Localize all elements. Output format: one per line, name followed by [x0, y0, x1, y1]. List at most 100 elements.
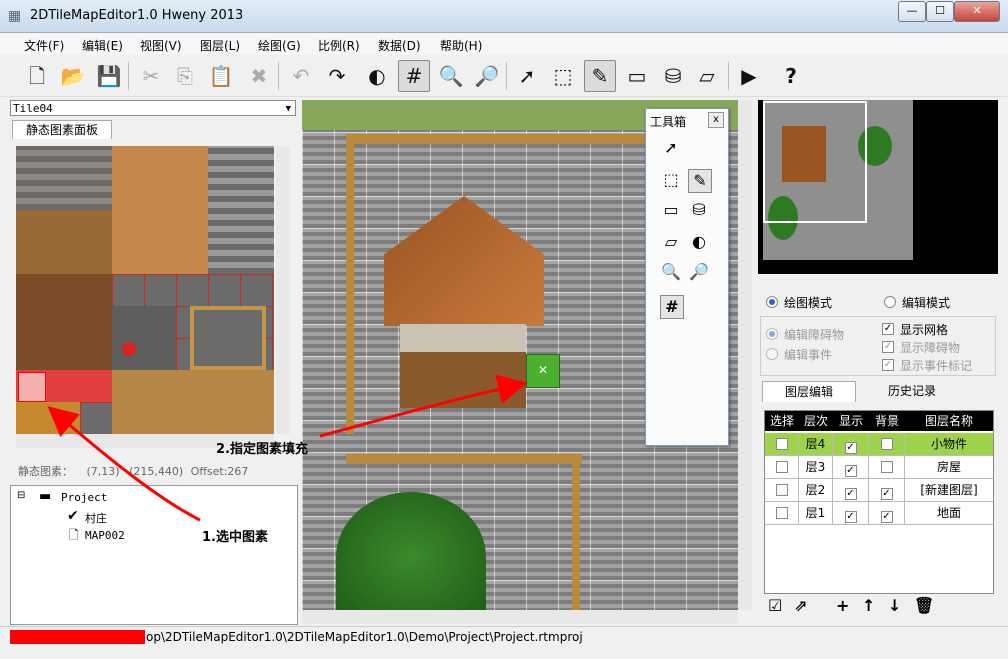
marquee-select-icon[interactable]: ⬚: [548, 61, 578, 91]
menu-layer[interactable]: 图层(L): [200, 37, 240, 54]
open-folder-icon[interactable]: 📂: [58, 61, 88, 91]
tile-offset: Offset:267: [190, 465, 249, 478]
zoom-in-icon[interactable]: 🔍: [660, 261, 682, 283]
maximize-button[interactable]: ☐: [926, 1, 954, 22]
row-layer-name[interactable]: 地面: [905, 502, 993, 524]
table-row[interactable]: 层2 ✓ ✓ [新建图层]: [765, 479, 993, 502]
menu-file[interactable]: 文件(F): [24, 37, 64, 54]
tree-map-002[interactable]: MAP002: [85, 529, 125, 542]
move-down-icon[interactable]: ↓: [888, 596, 901, 615]
title-bar: ▦ 2DTileMapEditor1.0 Hweny 2013 — ☐ ✕: [0, 0, 1008, 33]
copy-icon[interactable]: ⎘: [170, 61, 200, 91]
minimize-button[interactable]: —: [898, 1, 926, 22]
row-background-cell[interactable]: ✓: [869, 502, 905, 524]
close-button[interactable]: ✕: [954, 1, 1000, 22]
new-file-icon[interactable]: 🗋: [22, 61, 52, 91]
toolbox-close-icon[interactable]: x: [708, 112, 724, 128]
select-arrow-icon[interactable]: ➚: [512, 61, 542, 91]
show-obstacle-checkbox[interactable]: ✓: [882, 341, 894, 353]
apple-tile: [122, 342, 136, 356]
add-layer-icon[interactable]: +: [836, 596, 849, 615]
table-row[interactable]: 层3 ✓ 房屋: [765, 456, 993, 479]
zoom-out-icon[interactable]: 🔎: [472, 61, 502, 91]
help-icon[interactable]: ?: [776, 61, 806, 91]
row-layer-name[interactable]: 小物件: [905, 433, 993, 455]
minimap[interactable]: [758, 100, 998, 274]
eraser-icon[interactable]: ▱: [692, 61, 722, 91]
edit-event-radio[interactable]: [766, 348, 778, 360]
zoom-out-icon[interactable]: 🔎: [688, 261, 710, 283]
tree-root[interactable]: Project: [61, 491, 107, 504]
tileset-scrollbar-vertical[interactable]: [276, 146, 290, 434]
row-visible-cell[interactable]: ✓: [833, 433, 869, 455]
export-icon[interactable]: ⇗: [794, 596, 807, 615]
pencil-icon[interactable]: ✎: [584, 60, 616, 92]
move-up-icon[interactable]: ↑: [862, 596, 875, 615]
house-roof: [384, 196, 544, 326]
contrast-icon[interactable]: ◐: [362, 61, 392, 91]
minimap-viewport[interactable]: [763, 101, 867, 223]
show-event-marks-label: 显示事件标记: [900, 359, 973, 373]
menu-scale[interactable]: 比例(R): [318, 37, 360, 54]
grid-icon[interactable]: #: [398, 60, 430, 92]
fill-bucket-icon[interactable]: ⛁: [688, 199, 710, 221]
map-scrollbar-horizontal[interactable]: [302, 610, 738, 624]
row-visible-cell[interactable]: ✓: [833, 502, 869, 524]
grid-icon[interactable]: #: [660, 295, 684, 319]
tab-static-tiles[interactable]: 静态图素面板: [12, 120, 112, 139]
eraser-icon[interactable]: ▱: [660, 231, 682, 253]
tree-map-village[interactable]: 村庄: [85, 510, 107, 526]
menu-view[interactable]: 视图(V): [140, 37, 182, 54]
map-scrollbar-vertical[interactable]: [738, 100, 752, 610]
row-visible-cell[interactable]: ✓: [833, 456, 869, 478]
zoom-in-icon[interactable]: 🔍: [436, 61, 466, 91]
redo-icon[interactable]: ↷: [322, 61, 352, 91]
edit-obstacle-radio[interactable]: [766, 328, 778, 340]
wood-plank-tile: [16, 210, 112, 274]
trash-icon[interactable]: 🗑: [914, 596, 934, 615]
row-select-cell[interactable]: [765, 502, 799, 524]
fill-bucket-icon[interactable]: ⛁: [658, 61, 688, 91]
menu-data[interactable]: 数据(D): [378, 37, 421, 54]
table-row[interactable]: 层1 ✓ ✓ 地面: [765, 502, 993, 525]
tileset-canvas[interactable]: [16, 146, 274, 434]
menu-edit[interactable]: 编辑(E): [82, 37, 123, 54]
contrast-icon[interactable]: ◐: [688, 231, 710, 253]
show-event-marks-checkbox[interactable]: ✓: [882, 359, 894, 371]
menu-draw[interactable]: 绘图(G): [258, 37, 301, 54]
delete-icon[interactable]: ✖: [244, 61, 274, 91]
tab-history[interactable]: 历史记录: [860, 381, 964, 401]
select-arrow-icon[interactable]: ➚: [660, 137, 682, 159]
check-all-icon[interactable]: ☑: [768, 596, 782, 615]
row-select-cell[interactable]: [765, 456, 799, 478]
row-background-cell[interactable]: ✓: [869, 479, 905, 501]
edit-mode-radio[interactable]: [884, 296, 896, 308]
row-layer-name[interactable]: 房屋: [905, 456, 993, 478]
row-visible-cell[interactable]: ✓: [833, 479, 869, 501]
pencil-icon[interactable]: ✎: [688, 169, 712, 193]
paste-icon[interactable]: 📋: [206, 61, 236, 91]
tile-coords: (7,13): [86, 465, 120, 478]
marquee-select-icon[interactable]: ⬚: [660, 169, 682, 191]
row-layer-name[interactable]: [新建图层]: [905, 479, 993, 501]
cut-icon[interactable]: ✂: [136, 61, 166, 91]
menu-help[interactable]: 帮助(H): [440, 37, 482, 54]
table-row[interactable]: 层4 ✓ 小物件: [765, 433, 993, 456]
show-grid-checkbox[interactable]: ✓: [882, 323, 894, 335]
col-select: 选择: [765, 411, 799, 431]
save-icon[interactable]: 💾: [94, 61, 124, 91]
chevron-down-icon: ▼: [285, 104, 291, 114]
rectangle-icon[interactable]: ▭: [660, 199, 682, 221]
row-select-cell[interactable]: [765, 433, 799, 455]
draw-mode-radio[interactable]: [766, 296, 778, 308]
row-background-cell[interactable]: [869, 433, 905, 455]
collapse-icon[interactable]: ⊟: [17, 490, 25, 501]
rectangle-icon[interactable]: ▭: [622, 61, 652, 91]
row-select-cell[interactable]: [765, 479, 799, 501]
play-icon[interactable]: ▶: [734, 61, 764, 91]
tileset-select[interactable]: Tile04 ▼: [10, 100, 296, 116]
tab-layer-edit[interactable]: 图层编辑: [762, 381, 856, 402]
undo-icon[interactable]: ↶: [286, 61, 316, 91]
document-icon: 🗋: [69, 528, 79, 542]
row-background-cell[interactable]: [869, 456, 905, 478]
